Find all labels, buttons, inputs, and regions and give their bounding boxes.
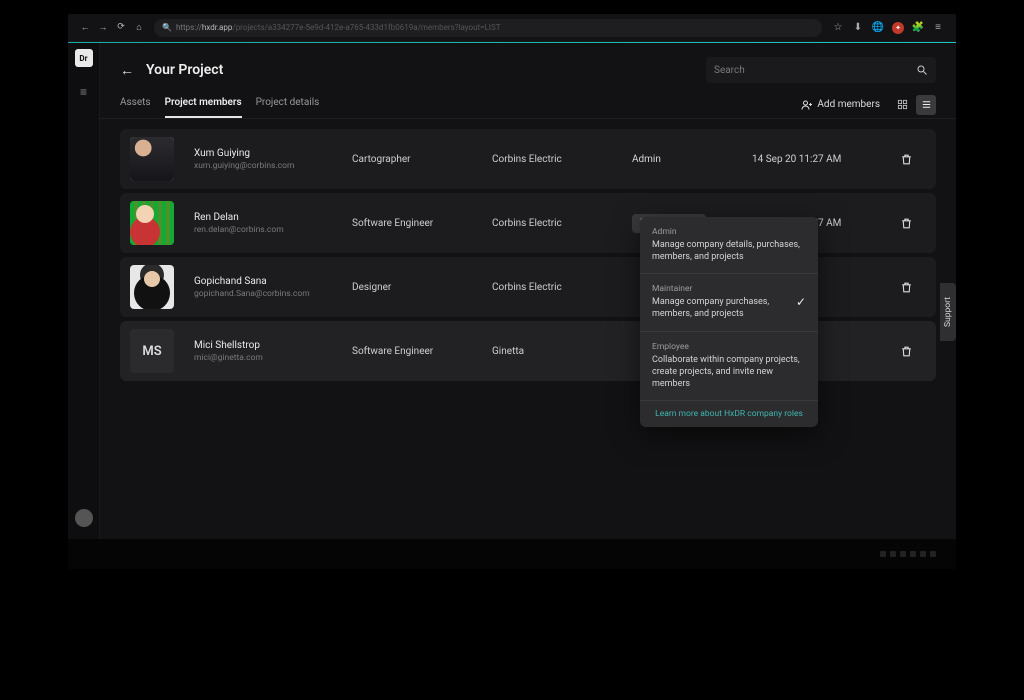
menu-icon[interactable]: ≡	[932, 22, 944, 34]
member-email: xum.guiying@corbins.com	[194, 161, 352, 171]
members-table: Xum Guiying xum.guiying@corbins.com Cart…	[100, 119, 956, 401]
role-option-desc: Manage company details, purchases, membe…	[652, 239, 806, 263]
tab-project-members[interactable]: Project members	[165, 91, 242, 118]
url-host: hxdr.app	[202, 23, 232, 32]
add-members-label: Add members	[817, 99, 880, 110]
delete-button[interactable]	[900, 345, 913, 358]
avatar: MS	[130, 329, 174, 373]
list-icon	[921, 99, 932, 110]
support-tab[interactable]: Support	[940, 283, 956, 341]
member-email: ren.delan@corbins.com	[194, 225, 352, 235]
monitor-bezel	[68, 539, 956, 569]
search-input[interactable]: Search	[706, 57, 936, 83]
left-rail: Dr ≡	[68, 43, 100, 539]
extension-adblock-icon[interactable]: ✦	[892, 22, 904, 34]
member-company: Corbins Electric	[492, 282, 632, 293]
role-dropdown-panel: Admin Manage company details, purchases,…	[640, 217, 818, 427]
browser-chrome: ← → ⟳ ⌂ 🔍 https://hxdr.app/projects/a334…	[68, 14, 956, 42]
member-company: Corbins Electric	[492, 218, 632, 229]
avatar	[130, 137, 174, 181]
member-email: mici@ginetta.com	[194, 353, 352, 363]
add-user-icon	[801, 99, 813, 111]
app-logo[interactable]: Dr	[75, 49, 93, 67]
delete-button[interactable]	[900, 217, 913, 230]
delete-button[interactable]	[900, 153, 913, 166]
user-avatar-rail[interactable]	[75, 509, 93, 527]
trash-icon	[900, 217, 913, 230]
extension-globe-icon[interactable]: 🌐	[872, 22, 884, 34]
trash-icon	[900, 153, 913, 166]
table-row[interactable]: Xum Guiying xum.guiying@corbins.com Cart…	[120, 129, 936, 189]
member-role: Admin	[632, 154, 752, 165]
member-email: gopichand.Sana@corbins.com	[194, 289, 352, 299]
avatar	[130, 201, 174, 245]
trash-icon	[900, 281, 913, 294]
member-name: Gopichand Sana	[194, 276, 352, 287]
page-title: Your Project	[146, 62, 694, 78]
browser-reload-icon[interactable]: ⟳	[116, 22, 126, 33]
search-icon: 🔍	[162, 23, 172, 32]
puzzle-icon[interactable]: 🧩	[912, 22, 924, 34]
url-bar[interactable]: 🔍 https://hxdr.app/projects/a334277e-5e9…	[154, 19, 822, 37]
delete-button[interactable]	[900, 281, 913, 294]
grid-icon	[897, 99, 908, 110]
member-company: Corbins Electric	[492, 154, 632, 165]
url-path: /projects/a334277e-5e9d-412e-a765-433d1f…	[232, 23, 500, 32]
grid-view-button[interactable]	[892, 95, 912, 115]
member-name: Xum Guiying	[194, 148, 352, 159]
tab-assets[interactable]: Assets	[120, 91, 151, 118]
member-name: Ren Delan	[194, 212, 352, 223]
download-icon[interactable]: ⬇	[852, 22, 864, 34]
role-option-employee[interactable]: Employee Collaborate within company proj…	[640, 331, 818, 400]
list-view-button[interactable]	[916, 95, 936, 115]
browser-forward-icon[interactable]: →	[98, 22, 108, 33]
avatar	[130, 265, 174, 309]
search-placeholder: Search	[714, 65, 745, 76]
role-option-admin[interactable]: Admin Manage company details, purchases,…	[640, 217, 818, 273]
role-option-title: Employee	[652, 342, 806, 352]
browser-back-icon[interactable]: ←	[80, 22, 90, 33]
role-option-title: Admin	[652, 227, 806, 237]
url-prefix: https://	[176, 23, 202, 32]
bookmark-icon[interactable]: ☆	[832, 22, 844, 34]
member-job: Designer	[352, 282, 492, 293]
back-arrow-icon[interactable]: ←	[120, 62, 134, 79]
role-option-title: Maintainer	[652, 284, 788, 294]
browser-home-icon[interactable]: ⌂	[134, 22, 144, 33]
member-job: Software Engineer	[352, 346, 492, 357]
search-icon	[916, 64, 928, 76]
tab-project-details[interactable]: Project details	[256, 91, 320, 118]
role-option-desc: Collaborate within company projects, cre…	[652, 354, 806, 390]
hamburger-icon[interactable]: ≡	[80, 85, 87, 99]
trash-icon	[900, 345, 913, 358]
learn-more-link[interactable]: Learn more about HxDR company roles	[640, 400, 818, 427]
member-date: 14 Sep 20 11:27 AM	[752, 154, 892, 165]
member-job: Cartographer	[352, 154, 492, 165]
member-name: Mici Shellstrop	[194, 340, 352, 351]
add-members-button[interactable]: Add members	[801, 99, 880, 111]
check-icon: ✓	[796, 295, 806, 309]
role-option-maintainer[interactable]: Maintainer Manage company purchases, mem…	[640, 273, 818, 330]
role-option-desc: Manage company purchases, members, and p…	[652, 296, 788, 320]
member-job: Software Engineer	[352, 218, 492, 229]
screen: ← → ⟳ ⌂ 🔍 https://hxdr.app/projects/a334…	[68, 14, 956, 539]
monitor-frame: ← → ⟳ ⌂ 🔍 https://hxdr.app/projects/a334…	[62, 8, 962, 575]
member-company: Ginetta	[492, 346, 632, 357]
